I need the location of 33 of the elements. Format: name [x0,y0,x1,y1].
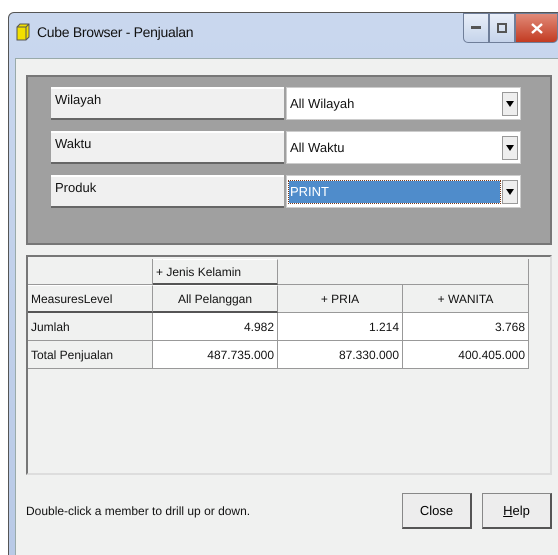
cube-icon [16,23,30,41]
column-dimension-header[interactable]: + Jenis Kelamin [153,259,278,285]
table-cell: 4.982 [153,313,278,341]
filter-label: Produk [51,175,284,208]
close-icon [530,22,542,34]
minimize-icon [471,26,481,30]
help-button[interactable]: Help [482,493,552,529]
dropdown[interactable]: All Wilayah [286,87,521,120]
table-cell: 87.330.000 [278,341,403,369]
table-cell: 1.214 [278,313,403,341]
row-label[interactable]: Jumlah [28,313,153,341]
column-header[interactable]: + PRIA [278,285,403,313]
maximize-button[interactable] [489,13,515,43]
maximize-icon [497,23,507,33]
close-button[interactable] [515,13,558,43]
table-cell: 3.768 [403,313,529,341]
dropdown-value: All Waktu [289,138,346,156]
status-text: Double-click a member to drill up or down. [26,504,252,518]
minimize-button[interactable] [463,13,489,43]
row-header[interactable]: MeasuresLevel [28,285,153,313]
row-label[interactable]: Total Penjualan [28,341,153,369]
dropdown-value: All Wilayah [289,94,356,113]
table-cell: 487.735.000 [153,341,278,369]
column-header[interactable]: All Pelanggan [153,285,278,313]
table-cell: 400.405.000 [403,341,529,369]
dropdown[interactable]: PRINT [286,175,521,208]
filter-label: Waktu [51,131,284,164]
close-dialog-button[interactable]: Close [402,493,472,529]
dropdown[interactable]: All Waktu [286,131,521,164]
filter-label: Wilayah [51,87,284,120]
window-title: Cube Browser - Penjualan [37,24,194,40]
dropdown-value: PRINT [289,180,500,202]
column-header[interactable]: + WANITA [403,285,529,313]
